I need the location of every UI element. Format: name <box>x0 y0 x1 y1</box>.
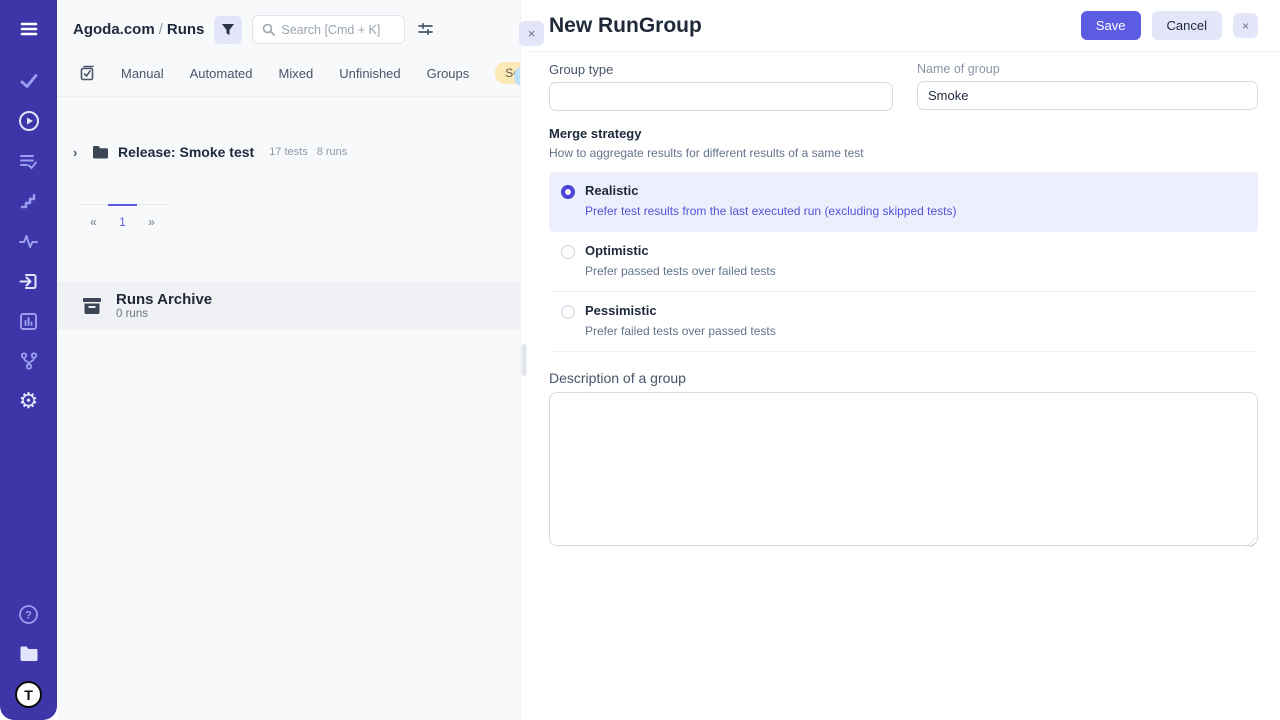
strategy-description: Prefer test results from the last execut… <box>585 204 957 218</box>
merge-strategy-options: Realistic Prefer test results from the l… <box>549 172 1258 352</box>
search-box[interactable] <box>252 15 405 44</box>
archive-count: 0 runs <box>116 308 212 320</box>
pagination: « 1 » <box>79 204 167 233</box>
strategy-description: Prefer failed tests over passed tests <box>585 324 776 338</box>
breadcrumb-project[interactable]: Agoda.com <box>73 21 155 38</box>
runs-list-panel: Agoda.com/Runs Manual Automated <box>57 0 520 720</box>
runs-filter-tabs: Manual Automated Mixed Unfinished Groups… <box>57 52 520 97</box>
breadcrumb[interactable]: Agoda.com/Runs <box>73 21 204 38</box>
pagination-next[interactable]: » <box>137 204 166 233</box>
run-group-name[interactable]: Release: Smoke test <box>118 144 254 160</box>
adjustments-icon[interactable] <box>415 19 436 40</box>
tab-unfinished[interactable]: Unfinished <box>339 66 400 81</box>
milestones-steps-icon[interactable] <box>14 186 44 216</box>
svg-text:?: ? <box>25 609 32 621</box>
tab-groups[interactable]: Groups <box>427 66 470 81</box>
projects-folder-icon[interactable] <box>14 639 44 669</box>
reports-bar-chart-icon[interactable] <box>14 306 44 336</box>
radio-optimistic[interactable] <box>561 245 575 259</box>
strategy-option-realistic[interactable]: Realistic Prefer test results from the l… <box>549 172 1258 232</box>
filter-button[interactable] <box>214 16 242 44</box>
main-sidebar: ⚙ ? T <box>0 0 57 720</box>
runs-count: 8 runs <box>317 146 348 158</box>
left-panel-header: Agoda.com/Runs <box>57 0 520 52</box>
tab-manual[interactable]: Manual <box>121 66 164 81</box>
strategy-title: Optimistic <box>585 243 776 258</box>
activity-pulse-icon[interactable] <box>14 226 44 256</box>
cancel-button[interactable]: Cancel <box>1152 11 1222 40</box>
close-icon[interactable]: × <box>1233 13 1258 38</box>
panel-close-button[interactable]: × <box>519 21 544 46</box>
runs-archive-row[interactable]: Runs Archive 0 runs <box>57 282 520 330</box>
description-textarea[interactable] <box>549 392 1258 546</box>
avatar[interactable]: T <box>15 681 42 708</box>
funnel-icon <box>221 23 235 37</box>
branch-icon[interactable] <box>14 346 44 376</box>
run-group-row[interactable]: › Release: Smoke test 17 tests 8 runs <box>73 144 504 160</box>
search-icon <box>262 23 275 36</box>
breadcrumb-section[interactable]: Runs <box>167 21 205 38</box>
strategy-description: Prefer passed tests over failed tests <box>585 264 776 278</box>
tests-check-icon[interactable] <box>14 66 44 96</box>
pagination-page-1[interactable]: 1 <box>108 204 137 233</box>
merge-strategy-label: Merge strategy <box>549 126 1258 141</box>
tab-automated[interactable]: Automated <box>190 66 253 81</box>
menu-icon[interactable] <box>14 14 44 44</box>
radio-pessimistic[interactable] <box>561 305 575 319</box>
search-input[interactable] <box>281 23 391 37</box>
rungroup-header: New RunGroup Save Cancel × <box>527 0 1280 52</box>
pagination-prev[interactable]: « <box>79 204 108 233</box>
group-type-input[interactable] <box>549 82 893 111</box>
import-icon[interactable] <box>14 266 44 296</box>
strategy-option-pessimistic[interactable]: Pessimistic Prefer failed tests over pas… <box>549 292 1258 352</box>
tab-mixed[interactable]: Mixed <box>279 66 314 81</box>
chevron-right-icon[interactable]: › <box>73 145 83 160</box>
page-title: New RunGroup <box>549 14 1081 38</box>
strategy-option-optimistic[interactable]: Optimistic Prefer passed tests over fail… <box>549 232 1258 292</box>
help-icon[interactable]: ? <box>14 599 44 629</box>
new-rungroup-panel: New RunGroup Save Cancel × Group type Na… <box>527 0 1280 720</box>
archive-box-icon <box>81 296 103 316</box>
plans-list-check-icon[interactable] <box>14 146 44 176</box>
resize-handle[interactable] <box>522 344 527 376</box>
description-label: Description of a group <box>549 370 1258 386</box>
save-button[interactable]: Save <box>1081 11 1141 40</box>
radio-realistic[interactable] <box>561 185 575 199</box>
gear-icon[interactable]: ⚙ <box>14 386 44 416</box>
folder-icon <box>92 145 109 160</box>
group-type-label: Group type <box>549 62 893 77</box>
strategy-title: Realistic <box>585 183 957 198</box>
merge-strategy-hint: How to aggregate results for different r… <box>549 146 1258 160</box>
select-all-icon[interactable] <box>79 65 95 81</box>
panel-divider[interactable]: × <box>520 0 527 720</box>
strategy-title: Pessimistic <box>585 303 776 318</box>
archive-title: Runs Archive <box>116 291 212 308</box>
group-name-input[interactable] <box>917 81 1258 110</box>
rungroup-form: Group type Name of group Merge strategy … <box>527 52 1280 561</box>
breadcrumb-separator: / <box>155 21 167 38</box>
group-name-label: Name of group <box>917 62 1258 76</box>
tests-count: 17 tests <box>269 146 308 158</box>
runs-play-circle-icon[interactable] <box>14 106 44 136</box>
app-window: ⚙ ? T Agoda.com/Runs <box>0 0 1280 720</box>
